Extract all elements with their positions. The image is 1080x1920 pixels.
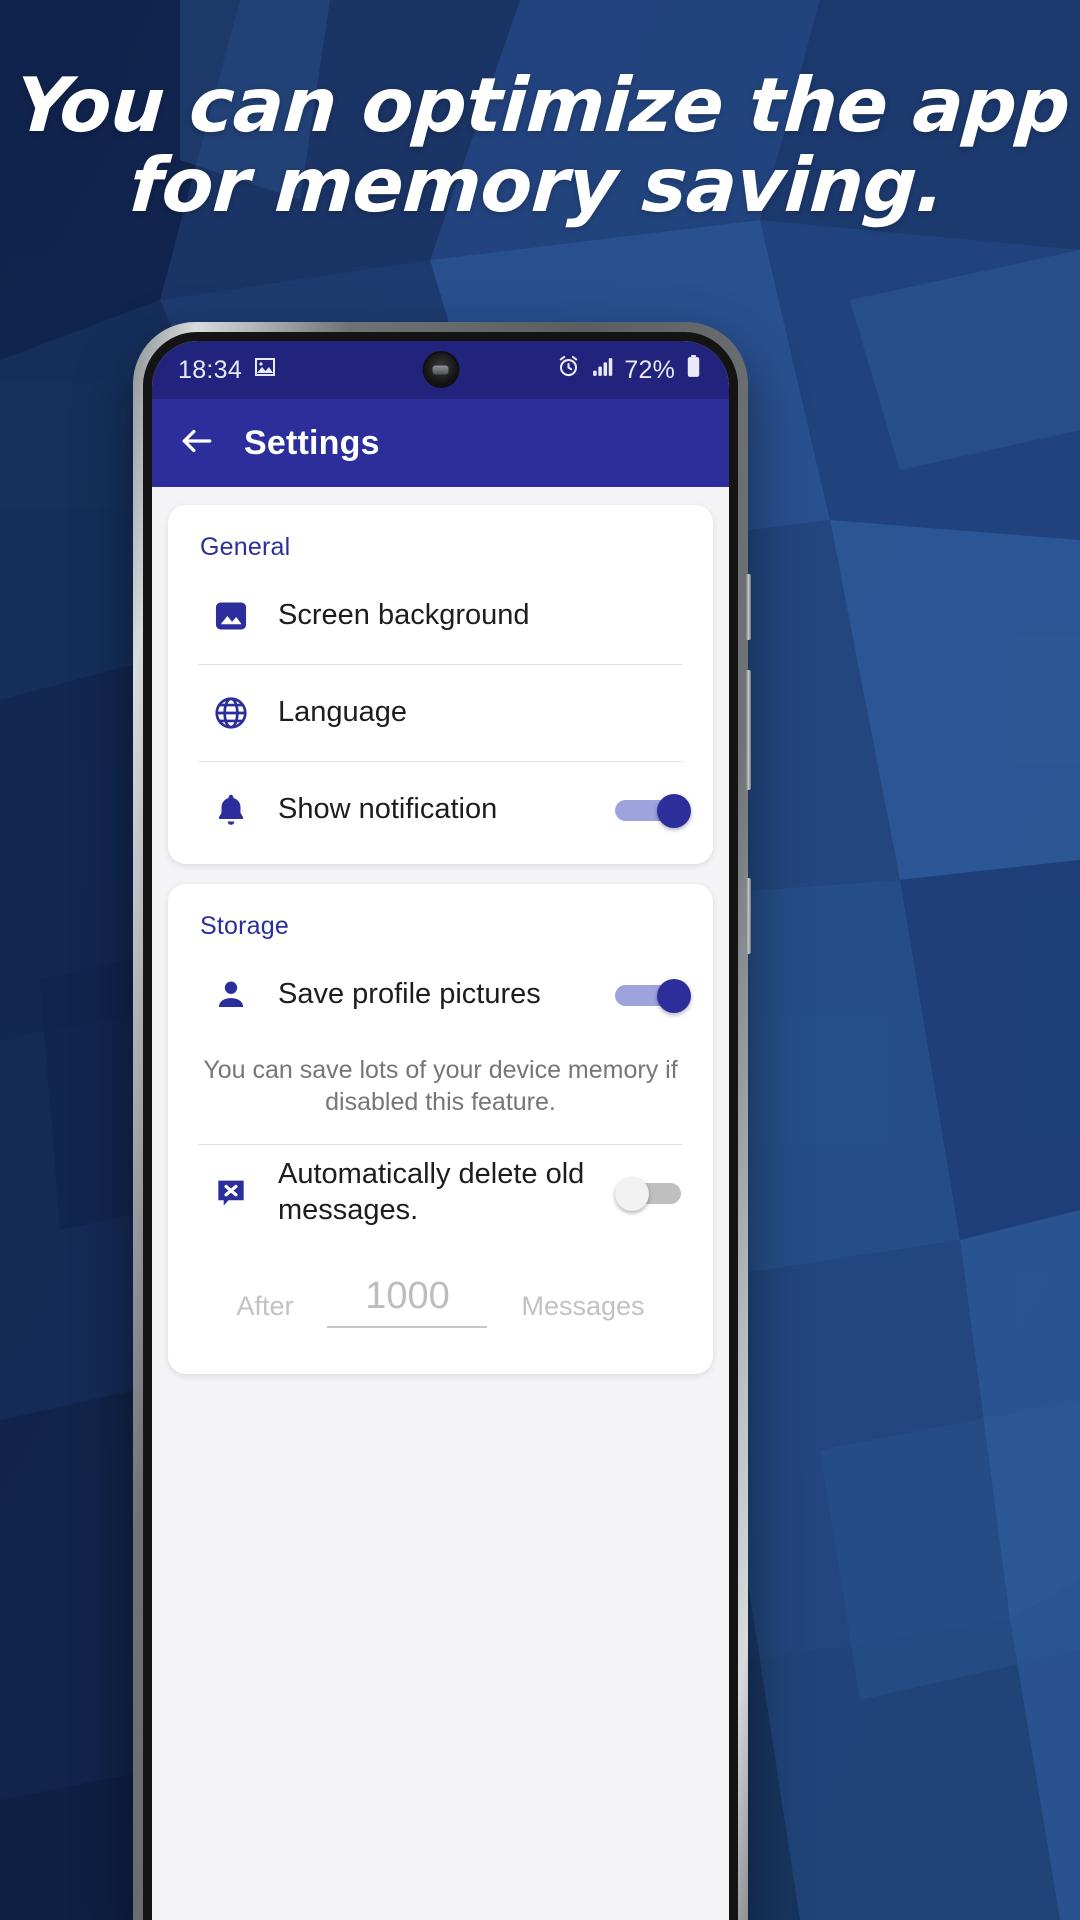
setting-label: Show notification <box>278 793 498 826</box>
globe-icon <box>212 694 250 732</box>
general-card-title: General <box>200 533 291 561</box>
status-bar: 18:34 72% <box>152 341 729 399</box>
storage-card-title: Storage <box>200 912 289 940</box>
status-bar-left: 18:34 <box>178 355 277 386</box>
after-suffix-label: Messages <box>521 1291 645 1321</box>
status-time: 18:34 <box>178 355 243 384</box>
setting-label: Save profile pictures <box>278 978 541 1011</box>
toggle-knob <box>615 1177 649 1211</box>
camera-punch-hole <box>424 353 457 386</box>
setting-row-screen-background[interactable]: Screen background <box>168 568 713 664</box>
storage-description: You can save lots of your device memory … <box>203 1056 678 1116</box>
status-bar-right: 72% <box>556 341 703 399</box>
person-icon <box>212 976 250 1014</box>
bell-icon <box>212 791 250 829</box>
toggle-knob <box>657 794 691 828</box>
toggle-knob <box>657 979 691 1013</box>
phone-side-button-bottom <box>746 878 751 954</box>
delete-message-icon <box>212 1174 250 1212</box>
headline-line-1: You can optimize the app <box>12 61 1073 149</box>
back-arrow-icon[interactable] <box>178 422 216 465</box>
general-card: General Screen background Language Show … <box>168 505 713 864</box>
setting-row-save-profile-pictures[interactable]: Save profile pictures <box>168 947 713 1043</box>
phone-side-button-mid <box>746 670 751 790</box>
image-icon <box>253 355 277 386</box>
phone-side-button-top <box>746 574 751 640</box>
app-bar: Settings <box>152 399 729 487</box>
message-count-input[interactable]: 1000 <box>327 1275 488 1328</box>
toggle-auto-delete-messages[interactable] <box>615 1177 691 1211</box>
toggle-save-profile-pictures[interactable] <box>615 979 691 1013</box>
headline-line-2: for memory saving. <box>127 140 948 229</box>
image-icon <box>212 597 250 635</box>
toggle-show-notification[interactable] <box>615 794 691 828</box>
phone-bezel: 18:34 72% Settings General Screen backgr… <box>143 332 738 1920</box>
promo-headline: You can optimize the app for memory savi… <box>0 61 1080 229</box>
setting-label: Language <box>278 696 408 729</box>
alarm-icon <box>556 354 581 386</box>
setting-label: Automatically delete old messages. <box>278 1158 585 1226</box>
setting-row-show-notification[interactable]: Show notification <box>168 762 713 858</box>
settings-content: General Screen background Language Show … <box>152 487 729 1920</box>
phone-mockup: 18:34 72% Settings General Screen backgr… <box>133 322 751 1920</box>
setting-row-auto-delete-messages[interactable]: Automatically delete old messages. <box>168 1145 713 1241</box>
storage-card: Storage Save profile pictures You can sa… <box>168 884 713 1374</box>
signal-bars-icon <box>590 354 615 386</box>
setting-label: Screen background <box>278 599 530 632</box>
after-messages-row: After 1000 Messages <box>168 1241 713 1368</box>
after-prefix-label: After <box>236 1291 294 1321</box>
battery-icon <box>684 354 703 386</box>
battery-percent-label: 72% <box>624 355 675 384</box>
page-title: Settings <box>244 423 380 462</box>
setting-row-language[interactable]: Language <box>168 665 713 761</box>
phone-screen: 18:34 72% Settings General Screen backgr… <box>152 341 729 1920</box>
